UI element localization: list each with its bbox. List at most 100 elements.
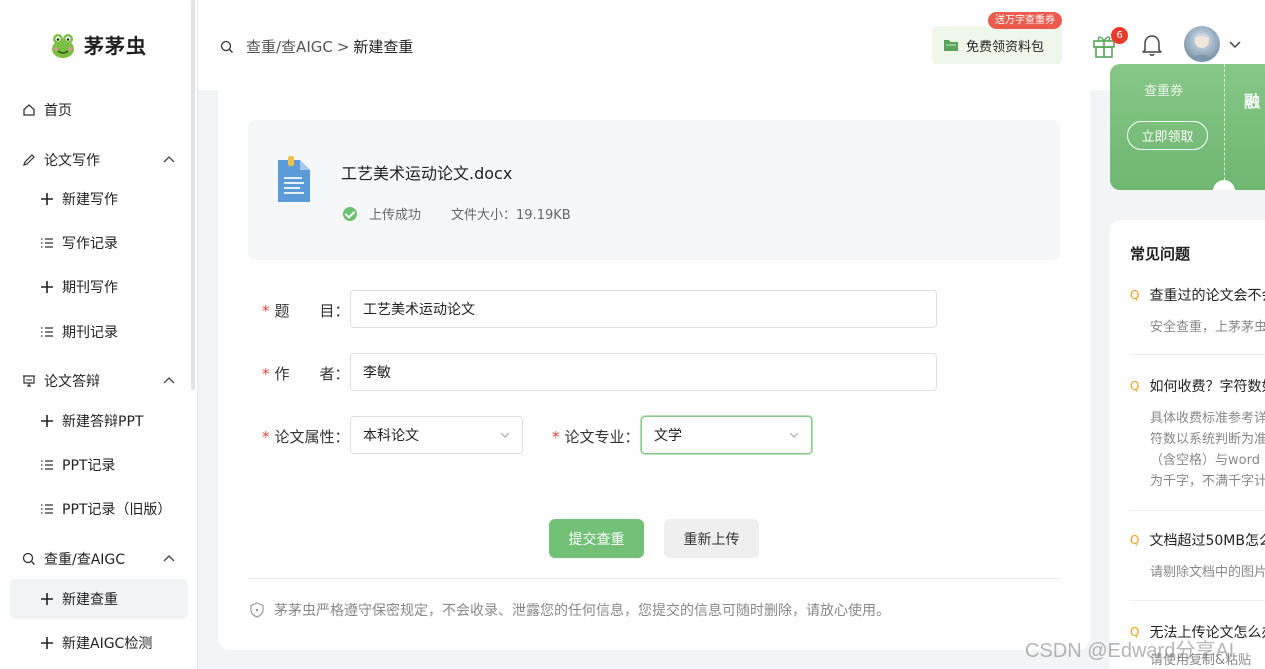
faq-panel: 常见问题 Q 查重过的论文会不会 安全查重，上茅茅虫 Q 如何收费？字符数如 具体收…	[1110, 220, 1265, 669]
required-mark: *	[262, 428, 270, 446]
promo-coupon-card: 查重券 融 立即领取	[1110, 64, 1265, 190]
logo[interactable]: 茅茅虫	[50, 30, 147, 59]
paper-type-value: 本科论文	[363, 428, 419, 444]
required-mark: *	[262, 365, 270, 383]
sidebar-item-ppt-records[interactable]: PPT记录	[10, 445, 188, 485]
faq-item[interactable]: Q 查重过的论文会不会 安全查重，上茅茅虫	[1130, 285, 1265, 338]
faq-divider	[1130, 600, 1265, 601]
privacy-text: 茅茅虫严格遵守保密规定，不会收录、泄露您的任何信息，您提交的信息可随时删除，请放…	[274, 603, 890, 619]
chevron-up-icon	[163, 377, 175, 384]
faq-question: 查重过的论文会不会	[1149, 288, 1265, 304]
title-label: * 题 目：	[262, 300, 350, 321]
paper-type-label: * 论文属性：	[262, 426, 350, 447]
user-avatar[interactable]	[1184, 26, 1220, 62]
major-value: 文学	[654, 428, 682, 444]
author-input[interactable]: 李敏	[350, 353, 937, 391]
faq-answer-line: （含空格）与word	[1150, 453, 1260, 468]
submit-check-button[interactable]: 提交查重	[549, 519, 644, 558]
author-value: 李敏	[363, 365, 391, 381]
sidebar-item-label: 首页	[44, 103, 72, 119]
faq-answer-line: 具体收费标准参考详	[1150, 411, 1265, 426]
major-label-text: 论文专业：	[564, 428, 640, 446]
faq-item[interactable]: Q 文档超过50MB怎么 请剔除文档中的图片	[1130, 530, 1265, 583]
bug-logo-icon	[52, 33, 74, 58]
sidebar-group-defense[interactable]: 论文答辩	[10, 361, 188, 401]
title-label-text: 题 目：	[274, 302, 350, 320]
title-value: 工艺美术运动论文	[363, 302, 475, 318]
sidebar-group-writing[interactable]: 论文写作	[10, 140, 188, 180]
sidebar-item-label: PPT记录	[62, 458, 116, 474]
chevron-up-icon	[163, 156, 175, 163]
home-icon	[22, 103, 36, 117]
free-pack-label: 免费领资料包	[966, 39, 1045, 55]
plus-icon	[40, 280, 54, 294]
bell-icon[interactable]	[1141, 33, 1163, 57]
shield-icon	[250, 602, 264, 618]
sidebar-item-journal-records[interactable]: 期刊记录	[10, 312, 188, 352]
faq-title: 常见问题	[1130, 245, 1191, 263]
question-icon: Q	[1130, 533, 1140, 547]
sidebar-item-new-defense-ppt[interactable]: 新建答辩PPT	[10, 401, 188, 441]
list-icon	[40, 325, 54, 339]
title-input[interactable]: 工艺美术运动论文	[350, 290, 937, 328]
faq-answer-line: 为千字，不满千字计	[1150, 474, 1265, 489]
chevron-up-icon	[163, 555, 175, 562]
sidebar-item-label: 论文写作	[44, 153, 100, 169]
pen-icon	[22, 153, 36, 167]
sidebar-group-plagiarism[interactable]: 查重/查AIGC	[10, 539, 188, 579]
faq-item[interactable]: Q 如何收费？字符数如 具体收费标准参考详 符数以系统判断为准 （含空格）与wor…	[1130, 376, 1265, 492]
sidebar-item-new-writing[interactable]: 新建写作	[10, 179, 188, 219]
sidebar-item-label: 新建查重	[62, 592, 118, 608]
promo-coupon-title: 查重券	[1144, 84, 1184, 99]
faq-answer-line: 请剔除文档中的图片	[1150, 565, 1265, 580]
sidebar-item-home[interactable]: 首页	[10, 90, 188, 130]
reupload-button[interactable]: 重新上传	[664, 519, 759, 558]
promo-side-text: 融	[1244, 92, 1261, 111]
document-icon	[278, 156, 310, 202]
presentation-icon	[22, 374, 36, 388]
sidebar-item-label: 期刊写作	[62, 280, 118, 296]
chevron-down-icon	[789, 432, 799, 438]
sidebar-item-label: 写作记录	[62, 236, 118, 252]
faq-question: 文档超过50MB怎么	[1149, 533, 1265, 549]
promo-badge: 送万字查重券	[988, 12, 1062, 29]
top-header: 查重/查AIGC > 新建查重 免费领资料包 送万字查重券 6	[198, 0, 1265, 90]
sidebar-item-ppt-records-legacy[interactable]: PPT记录（旧版）	[10, 489, 188, 529]
sidebar-item-journal-writing[interactable]: 期刊写作	[10, 267, 188, 307]
folder-icon	[944, 40, 958, 51]
faq-divider	[1130, 354, 1265, 355]
sidebar-item-label: 新建写作	[62, 192, 118, 208]
plus-icon	[40, 414, 54, 428]
list-icon	[40, 236, 54, 250]
list-icon	[40, 458, 54, 472]
search-icon	[220, 40, 233, 53]
breadcrumb-current: 新建查重	[353, 38, 414, 56]
avatar-image	[1192, 33, 1212, 62]
sidebar-item-label: 查重/查AIGC	[44, 552, 126, 568]
paper-type-select[interactable]: 本科论文	[350, 416, 523, 454]
watermark: CSDN @Edward分享AI	[1025, 640, 1235, 662]
plus-icon	[40, 192, 54, 206]
claim-now-button[interactable]: 立即领取	[1127, 121, 1208, 150]
author-label-text: 作 者：	[274, 365, 350, 383]
breadcrumb-parent[interactable]: 查重/查AIGC	[246, 36, 333, 57]
author-label: * 作 者：	[262, 363, 350, 384]
major-select[interactable]: 文学	[641, 416, 812, 454]
major-label: * 论文专业：	[552, 426, 640, 447]
question-icon: Q	[1130, 288, 1140, 302]
promo-dashed-divider	[1224, 64, 1225, 190]
chevron-down-icon	[500, 432, 510, 438]
file-name: 工艺美术运动论文.docx	[341, 164, 513, 183]
free-pack-button[interactable]: 免费领资料包	[932, 26, 1062, 64]
privacy-notice: 茅茅虫严格遵守保密规定，不会收录、泄露您的任何信息，您提交的信息可随时删除，请放…	[250, 600, 890, 620]
promo-notch	[1213, 180, 1235, 190]
sidebar-item-new-check[interactable]: 新建查重	[10, 579, 188, 619]
sidebar-item-new-aigc-check[interactable]: 新建AIGC检测	[10, 623, 188, 663]
success-check-icon	[343, 206, 357, 221]
sidebar-scrollbar[interactable]	[191, 0, 195, 390]
sidebar-item-writing-records[interactable]: 写作记录	[10, 223, 188, 263]
chevron-down-icon[interactable]	[1228, 40, 1242, 50]
breadcrumb-separator: >	[336, 37, 350, 56]
upload-status-text: 上传成功	[369, 208, 422, 223]
question-icon: Q	[1130, 379, 1140, 393]
